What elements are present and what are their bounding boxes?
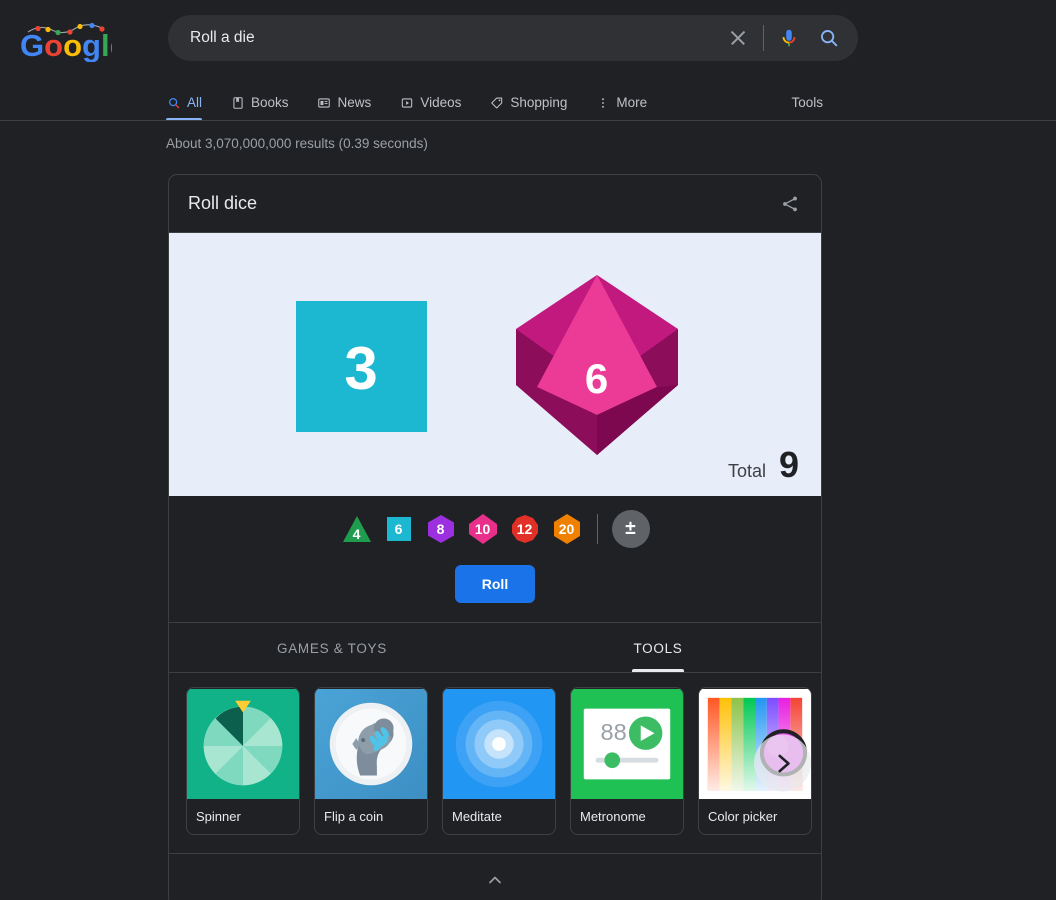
total-readout: Total 9 [728,444,799,486]
dice-chip-d4[interactable]: 4 [341,513,373,545]
dice-chip-d12[interactable]: 12 [509,513,541,545]
tool-card-flip-a-coin[interactable]: Flip a coin [314,687,428,835]
chip-label: 12 [516,521,533,537]
widget-tabs: GAMES & TOYS TOOLS [169,623,821,673]
tools-carousel-zone: Spinner Flip a coin Meditate 88 Metronom… [169,673,821,854]
dice-chip-d6[interactable]: 6 [383,513,415,545]
collapse-button[interactable] [169,854,821,900]
tool-label: Flip a coin [324,809,384,824]
dice-stage: 3 6 Total 9 [169,233,821,496]
nav-label: Shopping [510,95,568,110]
search-input[interactable] [190,29,725,47]
tool-card-meditate[interactable]: Meditate [442,687,556,835]
nav-label: News [337,95,372,110]
tool-label: Color picker [708,809,778,824]
result-stats: About 3,070,000,000 results (0.39 second… [166,136,428,151]
roll-row: Roll [169,565,821,603]
nav-item-news[interactable]: News [303,95,386,121]
share-icon[interactable] [778,192,802,216]
total-value: 9 [778,444,799,485]
dice-chip-d20[interactable]: 20 [551,513,583,545]
nav-item-videos[interactable]: Videos [385,95,475,121]
roll-button[interactable]: Roll [455,565,535,603]
google-logo[interactable]: Google [20,18,112,62]
d10-face: 6 [499,267,695,463]
tab-games-and-toys[interactable]: GAMES & TOYS [169,623,495,672]
d6-face: 3 [295,301,427,432]
page-header: Google [0,0,1056,76]
coin-thumb [315,688,427,800]
search-icon [166,95,181,110]
total-label: Total [727,461,766,481]
nav-label: All [187,95,203,110]
card-title: Roll dice [188,193,258,213]
metronome-thumb: 88 [571,688,683,800]
chip-label: 6 [394,521,403,537]
tool-card-metronome[interactable]: 88 Metronome [570,687,684,835]
news-icon [317,95,332,110]
tag-icon [489,95,504,110]
nav-item-more[interactable]: More [581,95,661,121]
microphone-icon[interactable] [776,25,802,51]
chip-label: 4 [352,526,361,542]
dice-chip-d8[interactable]: 8 [425,513,457,545]
search-bar[interactable] [168,15,858,61]
svg-text:Google: Google [20,28,112,62]
nav-label: More [616,95,648,110]
d6-value: 3 [344,334,378,402]
nav-divider [0,120,1056,121]
chip-label: 10 [474,521,491,537]
search-nav: All Books News Videos Shopping More Tool… [0,76,1056,121]
video-icon [399,95,414,110]
tool-label: Meditate [452,809,502,824]
chip-label: 8 [436,521,445,537]
chip-label: 20 [558,521,575,537]
spinner-thumb [187,688,299,800]
dice-picker-zone: 4 6 8 10 12 20 ± Roll [169,496,821,623]
tool-card-spinner[interactable]: Spinner [186,687,300,835]
metronome-bpm: 88 [600,719,626,745]
chevron-right-icon [777,754,790,772]
dice-picker: 4 6 8 10 12 20 ± [169,510,821,548]
carousel-next-button[interactable] [754,734,811,792]
card-header: Roll dice [169,175,821,233]
die-d6[interactable]: 3 [295,299,427,432]
tab-tools[interactable]: TOOLS [495,623,821,672]
dice-widget-card: Roll dice 3 6 Total 9 4 6 8 10 12 20 ± R… [168,174,822,900]
tool-label: Spinner [196,809,241,824]
dots-icon [595,95,610,110]
plus-minus-icon: ± [625,517,636,539]
die-d10[interactable]: 6 [499,267,695,463]
nav-item-books[interactable]: Books [216,95,303,121]
tools-button[interactable]: Tools [791,95,823,110]
dice-chip-d10[interactable]: 10 [467,513,499,545]
tool-label: Metronome [580,809,646,824]
meditate-thumb [443,688,555,800]
nav-label: Books [251,95,289,110]
clear-icon[interactable] [725,25,751,51]
plus-minus-button[interactable]: ± [611,510,650,548]
book-icon [230,95,245,110]
nav-item-shopping[interactable]: Shopping [475,95,581,121]
nav-items: All Books News Videos Shopping More [166,95,661,121]
nav-label: Videos [420,95,462,110]
search-icon[interactable] [816,25,842,51]
chevron-up-icon [489,876,501,884]
picker-divider [596,514,598,544]
tools-carousel: Spinner Flip a coin Meditate 88 Metronom… [186,687,821,835]
search-divider [763,25,764,51]
nav-item-all[interactable]: All [166,95,216,121]
